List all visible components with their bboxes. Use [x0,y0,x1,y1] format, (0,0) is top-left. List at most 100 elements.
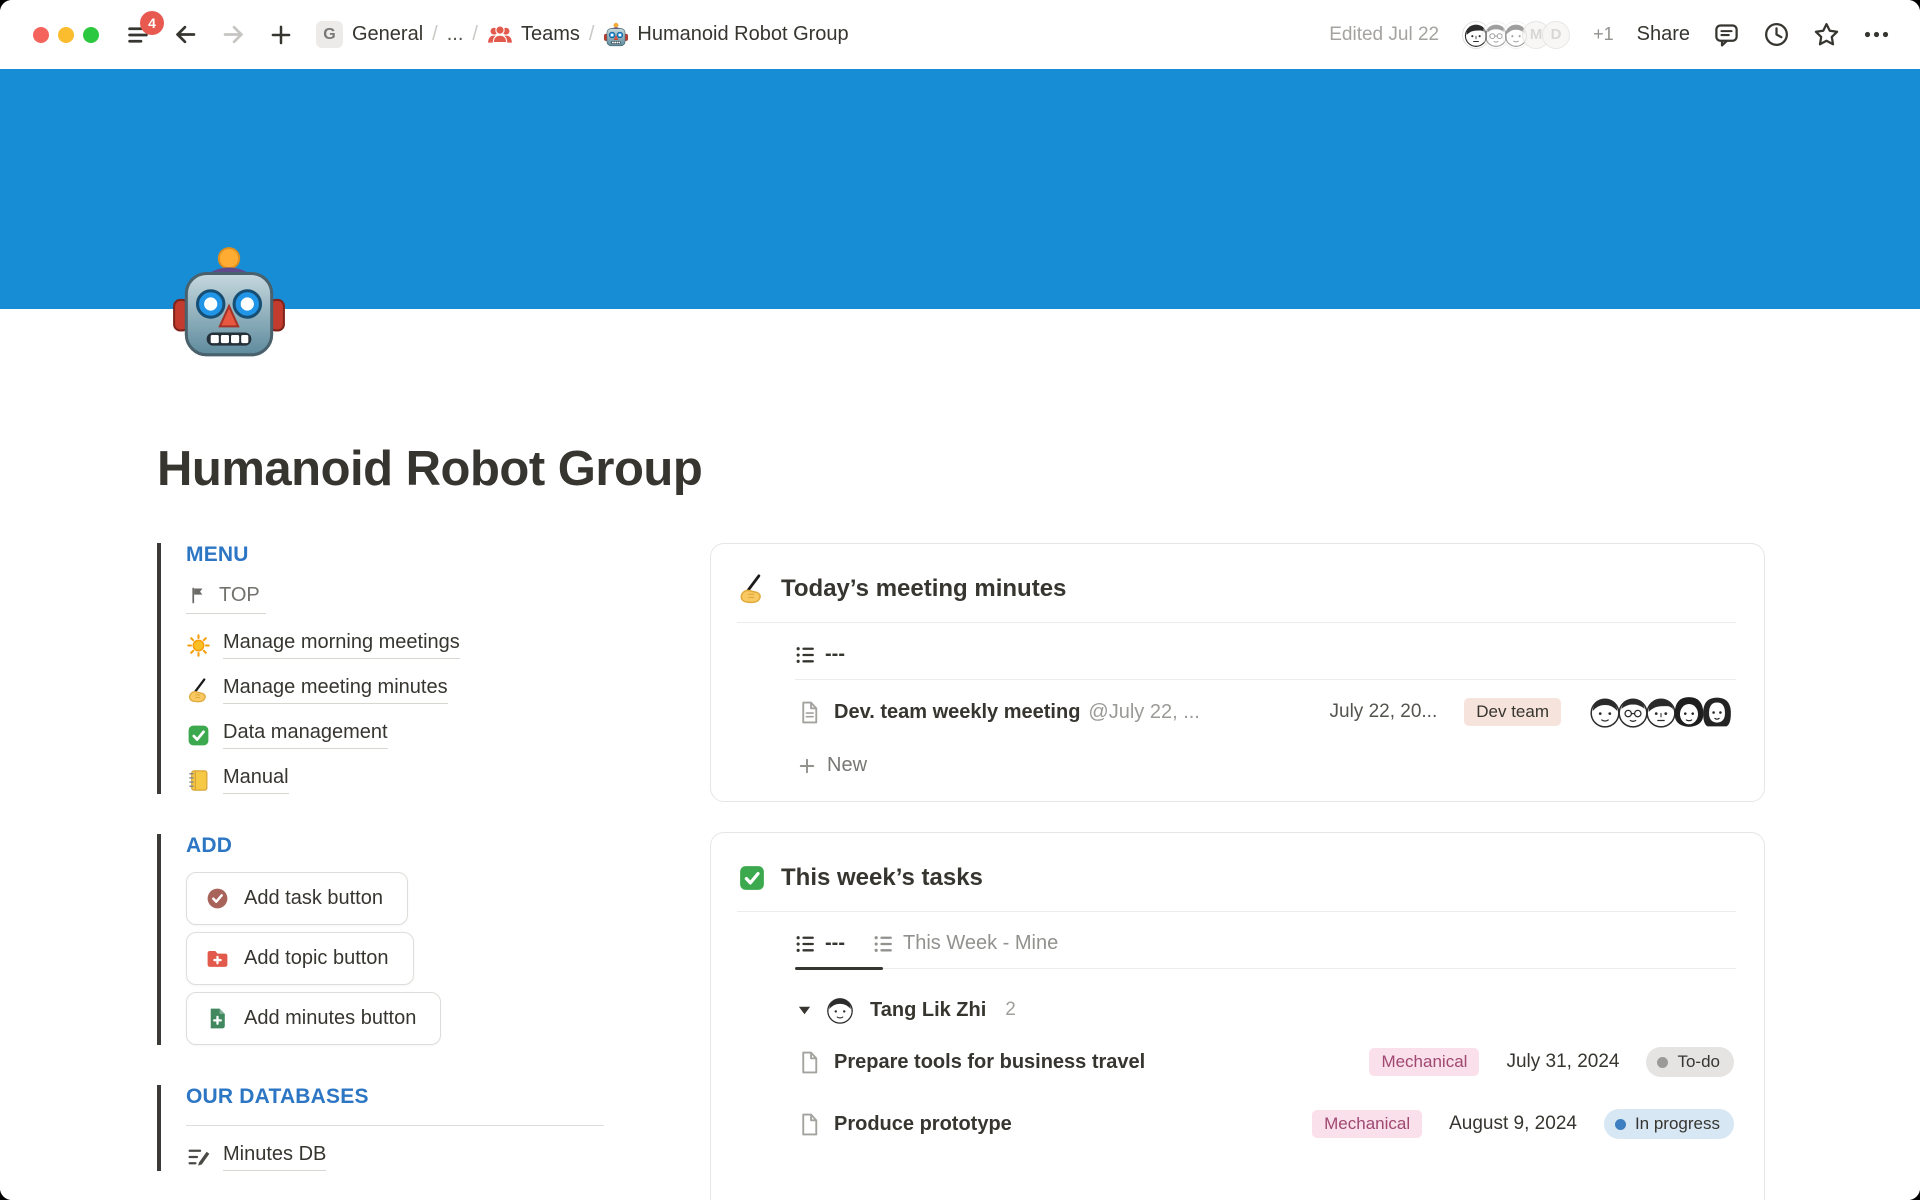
last-edited-label: Edited Jul 22 [1329,24,1439,46]
task-row[interactable]: Produce prototype Mechanical August 9, 2… [795,1099,1736,1149]
card-heading: This week’s tasks [737,859,1736,912]
view-tabs: --- [795,643,1736,680]
content-column: Today’s meeting minutes --- Dev. team we… [710,543,1765,1200]
status-badge-in-progress: In progress [1604,1109,1734,1139]
page-menu-column: MENU TOP Manage morning meetings Manage … [157,543,710,1200]
page-file-icon [797,1112,822,1137]
assignee-avatar [825,995,855,1025]
add-minutes-button[interactable]: Add minutes button [186,992,441,1045]
circle-check-icon [205,886,230,911]
active-tab-underline [795,967,883,970]
divider [186,1125,604,1126]
check-box-icon [737,863,767,893]
task-row[interactable]: Prepare tools for business travel Mechan… [795,1037,1736,1087]
menu-section: MENU TOP Manage morning meetings Manage … [157,543,710,794]
sidebar-toggle-button[interactable]: 4 [125,22,151,48]
page-file-icon [797,700,822,725]
robot-icon [168,243,290,365]
mechanical-tag: Mechanical [1312,1110,1422,1138]
add-topic-button[interactable]: Add topic button [186,932,414,985]
plus-icon [797,756,817,776]
breadcrumb-separator: / [589,23,595,46]
meeting-minutes-card: Today’s meeting minutes --- Dev. team we… [710,543,1765,802]
window-toolbar: 4 G General / ... / Teams / [0,0,1920,69]
view-tabs: --- This Week - Mine [795,932,1736,969]
notion-window: 4 G General / ... / Teams / [0,0,1920,1200]
comment-icon [1713,21,1740,48]
task-title: Produce prototype [834,1113,1012,1136]
group-count: 2 [1005,999,1016,1021]
page-icon-robot[interactable] [168,243,290,365]
task-due-date: August 9, 2024 [1449,1113,1577,1135]
menu-link-data-management[interactable]: Data management [186,721,710,749]
collapse-triangle-icon [797,1003,812,1018]
plus-icon [268,22,294,48]
task-due-date: July 31, 2024 [1506,1051,1619,1073]
menu-heading: MENU [186,543,710,567]
breadcrumb-teams[interactable]: Teams [487,22,580,48]
comments-button[interactable] [1713,21,1740,48]
forward-arrow-icon [220,21,247,48]
maximize-button[interactable] [83,27,99,43]
databases-heading: OUR DATABASES [186,1085,710,1109]
favorite-button[interactable] [1813,21,1840,48]
view-tab-default[interactable]: --- [795,932,845,955]
status-dot [1615,1119,1626,1130]
robot-icon [603,22,629,48]
notebook-icon [186,768,211,793]
teams-people-icon [487,22,513,48]
assignee-group-row[interactable]: Tang Lik Zhi 2 [795,995,1736,1025]
avatar-overflow-count[interactable]: +1 [1593,24,1614,45]
databases-section: OUR DATABASES Minutes DB [157,1085,710,1171]
menu-link-morning-meetings[interactable]: Manage morning meetings [186,631,710,659]
status-badge-todo: To-do [1646,1047,1734,1077]
menu-link-meeting-minutes[interactable]: Manage meeting minutes [186,676,710,704]
breadcrumb: G General / ... / Teams / Humanoid Robot… [316,21,849,48]
menu-link-manual[interactable]: Manual [186,766,710,794]
status-dot [1657,1057,1668,1068]
page-file-icon [797,1050,822,1075]
folder-plus-icon [205,946,230,971]
weekly-tasks-card: This week’s tasks --- This Week - Mine [710,832,1765,1200]
new-tab-button[interactable] [268,22,294,48]
share-button[interactable]: Share [1637,23,1690,46]
meeting-row[interactable]: Dev. team weekly meeting @July 22, ... J… [795,680,1736,744]
meeting-date-mention: @July 22, ... [1088,701,1199,724]
breadcrumb-current-page[interactable]: Humanoid Robot Group [603,22,848,48]
list-view-icon [795,644,816,665]
forward-button[interactable] [220,21,247,48]
mechanical-tag: Mechanical [1369,1048,1479,1076]
dev-team-tag: Dev team [1464,698,1561,726]
card-title: Today’s meeting minutes [781,575,1066,603]
window-controls [33,27,99,43]
collaborator-avatars: M D [1462,21,1570,49]
sun-icon [186,633,211,658]
breadcrumb-ellipsis[interactable]: ... [447,23,464,46]
view-tab-default[interactable]: --- [795,643,845,666]
more-options-button[interactable] [1863,21,1890,48]
workspace-icon[interactable]: G [316,21,343,48]
updates-button[interactable] [1763,21,1790,48]
attendee-avatars [1588,695,1734,729]
minutes-db-link[interactable]: Minutes DB [186,1143,710,1171]
ellipsis-icon [1863,21,1890,48]
document-plus-icon [205,1006,230,1031]
star-icon [1813,21,1840,48]
task-title: Prepare tools for business travel [834,1051,1145,1074]
minimize-button[interactable] [58,27,74,43]
close-button[interactable] [33,27,49,43]
avatar [1700,695,1734,729]
list-edit-icon [186,1145,211,1170]
writing-hand-icon [737,574,767,604]
breadcrumb-general[interactable]: General [352,23,423,46]
view-tab-this-week-mine[interactable]: This Week - Mine [873,932,1058,955]
back-button[interactable] [172,21,199,48]
new-row-button[interactable]: New [795,744,1736,781]
add-heading: ADD [186,834,710,858]
minutes-database-view: --- Dev. team weekly meeting @July 22, .… [795,643,1736,781]
card-title: This week’s tasks [781,864,983,892]
top-anchor-link[interactable]: TOP [186,581,266,614]
avatar-letter-d[interactable]: D [1542,21,1570,49]
card-heading: Today’s meeting minutes [737,570,1736,623]
add-task-button[interactable]: Add task button [186,872,408,925]
